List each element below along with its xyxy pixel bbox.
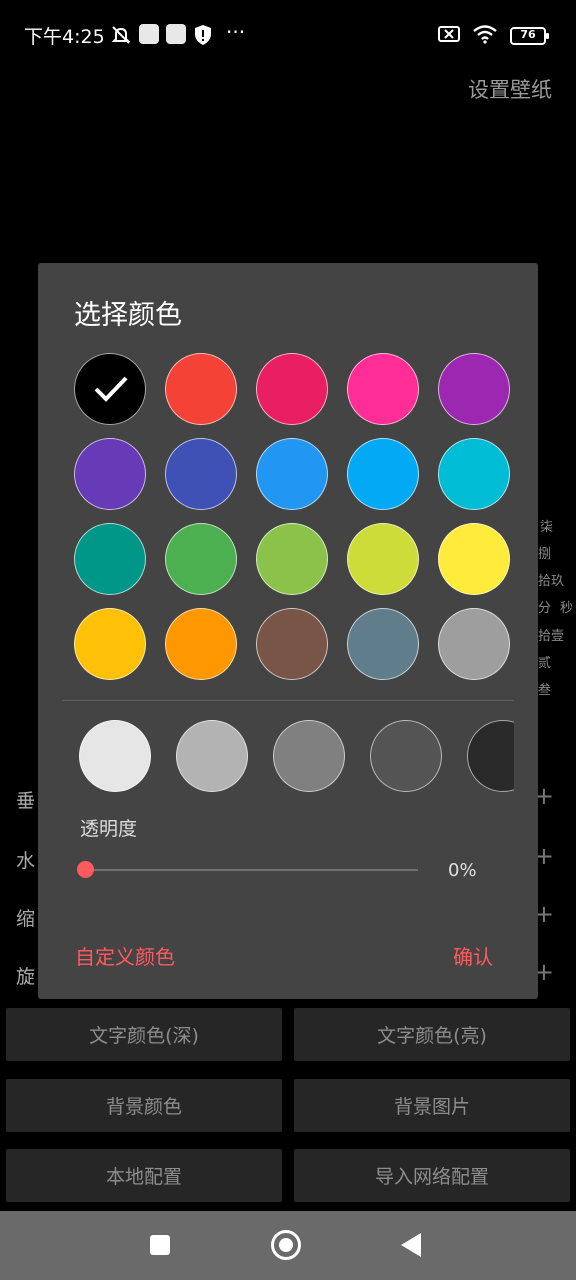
back-icon[interactable] bbox=[401, 1233, 421, 1257]
custom-color-button[interactable]: 自定义颜色 bbox=[75, 941, 175, 970]
color-swatch[interactable] bbox=[438, 608, 510, 680]
clock-char: 叁 bbox=[538, 683, 552, 698]
clock-char: 捌 bbox=[538, 547, 552, 562]
opacity-value: 0% bbox=[448, 860, 477, 881]
color-swatch[interactable] bbox=[256, 523, 328, 595]
color-swatch[interactable] bbox=[74, 523, 146, 595]
color-swatch[interactable] bbox=[347, 353, 419, 425]
notification-square-icon bbox=[139, 24, 159, 44]
color-swatch[interactable] bbox=[165, 523, 237, 595]
clock-char: 柒 bbox=[540, 520, 554, 535]
confirm-button[interactable]: 确认 bbox=[453, 941, 493, 970]
shade-swatch[interactable] bbox=[273, 720, 345, 792]
clock-char: 拾玖 bbox=[538, 574, 565, 589]
navigation-bar bbox=[0, 1211, 576, 1280]
sim-none-icon bbox=[438, 24, 460, 48]
mute-bell-icon bbox=[110, 24, 132, 50]
color-swatch[interactable] bbox=[256, 438, 328, 510]
checkmark-icon bbox=[94, 376, 128, 402]
shade-swatch[interactable] bbox=[370, 720, 442, 792]
home-icon[interactable] bbox=[271, 1230, 301, 1260]
battery-level: 76 bbox=[520, 28, 536, 41]
opacity-label: 透明度 bbox=[80, 818, 138, 840]
shade-swatch[interactable] bbox=[79, 720, 151, 792]
import-network-config-button[interactable]: 导入网络配置 bbox=[294, 1149, 570, 1202]
color-swatch[interactable] bbox=[74, 608, 146, 680]
color-swatch[interactable] bbox=[165, 608, 237, 680]
wifi-icon bbox=[472, 24, 498, 48]
recents-icon[interactable] bbox=[150, 1235, 170, 1255]
battery-icon: 76 bbox=[510, 27, 549, 45]
color-swatch[interactable] bbox=[256, 353, 328, 425]
color-swatch[interactable] bbox=[165, 353, 237, 425]
text-color-dark-button[interactable]: 文字颜色(深) bbox=[6, 1008, 282, 1061]
color-swatch[interactable] bbox=[74, 353, 146, 425]
clock-char: 拾壹 bbox=[538, 629, 565, 644]
screen: 下午4:25 ··· 76 设置壁纸 柒 捌 拾玖 分 秒 拾壹 贰 叁 垂 +… bbox=[0, 0, 576, 1280]
local-config-button[interactable]: 本地配置 bbox=[6, 1149, 282, 1202]
color-picker-dialog: 选择颜色 透明度 0% 自定义颜色 确认 bbox=[38, 263, 538, 999]
color-swatch[interactable] bbox=[438, 523, 510, 595]
text-color-light-button[interactable]: 文字颜色(亮) bbox=[294, 1008, 570, 1061]
color-swatch[interactable] bbox=[438, 438, 510, 510]
color-swatch[interactable] bbox=[347, 608, 419, 680]
opacity-slider-track[interactable] bbox=[84, 869, 418, 871]
shade-swatch[interactable] bbox=[467, 720, 514, 792]
color-swatch[interactable] bbox=[438, 353, 510, 425]
shade-strip[interactable] bbox=[79, 719, 514, 795]
clock-char: 贰 bbox=[538, 656, 552, 671]
set-wallpaper-button[interactable]: 设置壁纸 bbox=[468, 74, 552, 104]
background-image-button[interactable]: 背景图片 bbox=[294, 1079, 570, 1132]
color-swatch[interactable] bbox=[347, 523, 419, 595]
background-color-button[interactable]: 背景颜色 bbox=[6, 1079, 282, 1132]
color-swatch[interactable] bbox=[74, 438, 146, 510]
clock-char: 分 bbox=[538, 601, 552, 616]
shade-swatch[interactable] bbox=[176, 720, 248, 792]
more-dots: ··· bbox=[226, 20, 246, 44]
opacity-slider-thumb[interactable] bbox=[77, 861, 94, 878]
color-swatch[interactable] bbox=[256, 608, 328, 680]
status-right: 76 bbox=[438, 24, 549, 48]
color-swatch[interactable] bbox=[347, 438, 419, 510]
color-swatch[interactable] bbox=[165, 438, 237, 510]
divider bbox=[62, 700, 514, 701]
shield-icon bbox=[194, 24, 212, 50]
clock-char: 秒 bbox=[560, 601, 574, 616]
status-time: 下午4:25 bbox=[24, 26, 105, 48]
status-bar: 下午4:25 ··· 76 bbox=[0, 0, 576, 72]
notification-square-icon bbox=[166, 24, 186, 44]
dialog-title: 选择颜色 bbox=[74, 300, 182, 331]
